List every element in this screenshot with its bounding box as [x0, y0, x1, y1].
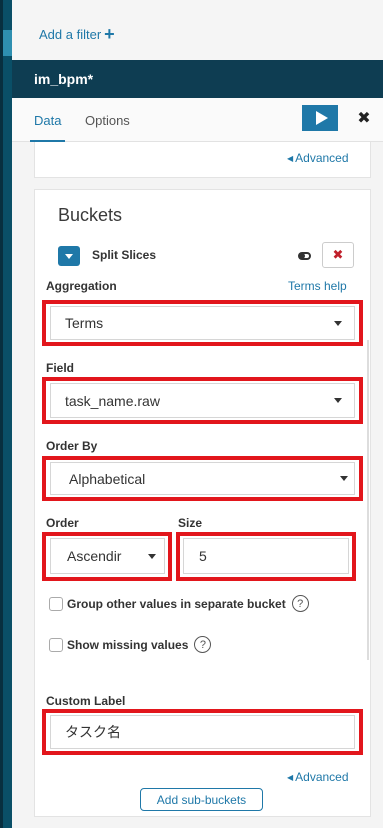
remove-icon: ✖ — [332, 247, 344, 262]
group-other-label: Group other values in separate bucket — [67, 596, 286, 611]
terms-help-link[interactable]: Terms help — [288, 279, 347, 293]
close-icon: ✖ — [357, 110, 371, 127]
index-pattern-bar: im_bpm* — [12, 60, 383, 98]
apply-changes-button[interactable] — [302, 105, 338, 131]
scrollbar[interactable] — [367, 340, 369, 660]
chevron-down-icon — [334, 320, 342, 326]
left-nav-rail — [0, 0, 12, 828]
size-value: 5 — [199, 548, 207, 564]
chevron-down-icon — [148, 553, 156, 559]
editor-panel: Add a filter + im_bpm* Data Options ✖ ◀ A… — [12, 0, 383, 828]
buckets-heading: Buckets — [58, 205, 123, 225]
plus-icon: + — [104, 24, 115, 44]
add-filter-label: Add a filter — [39, 27, 102, 42]
caret-left-icon: ◀ — [287, 773, 294, 782]
order-value: Ascendir — [67, 548, 122, 564]
chevron-down-icon — [65, 253, 73, 259]
order-by-select[interactable]: Alphabetical — [50, 462, 355, 495]
chevron-down-icon — [334, 398, 342, 403]
order-label: Order — [46, 516, 79, 530]
add-filter-link[interactable]: Add a filter + — [39, 24, 115, 44]
buckets-card: Buckets Split Slices ✖ Aggregation Terms… — [34, 189, 371, 817]
show-missing-checkbox[interactable] — [49, 637, 63, 652]
aggregation-select[interactable]: Terms — [50, 306, 355, 340]
left-nav-active-marker — [3, 30, 12, 56]
enable-aggregation-toggle[interactable] — [292, 245, 316, 267]
order-by-value: Alphabetical — [69, 470, 146, 487]
order-select[interactable]: Ascendir — [50, 538, 165, 574]
field-select[interactable]: task_name.raw — [50, 383, 355, 418]
aggregation-value: Terms — [65, 315, 104, 331]
advanced-toggle-label: Advanced — [295, 151, 349, 165]
custom-label-label: Custom Label — [46, 694, 126, 708]
show-missing-row: Show missing values ? — [49, 636, 212, 653]
split-slices-label: Split Slices — [92, 248, 157, 262]
custom-label-input[interactable]: タスク名 — [50, 715, 355, 749]
caret-left-icon: ◀ — [287, 154, 294, 163]
group-other-row: Group other values in separate bucket ? — [49, 595, 309, 612]
order-by-label: Order By — [46, 439, 98, 453]
custom-label-value: タスク名 — [65, 724, 121, 740]
size-input[interactable]: 5 — [183, 538, 349, 574]
field-value: task_name.raw — [65, 392, 160, 409]
play-icon — [315, 111, 328, 125]
remove-aggregation-button[interactable]: ✖ — [322, 242, 354, 268]
add-sub-buckets-button[interactable]: Add sub-buckets — [140, 788, 263, 811]
discard-changes-button[interactable]: ✖ — [354, 108, 374, 128]
help-circle-icon[interactable]: ? — [291, 595, 309, 612]
help-circle-icon[interactable]: ? — [194, 636, 212, 653]
metrics-card: ◀ Advanced — [34, 142, 371, 178]
aggregation-label: Aggregation — [46, 279, 117, 293]
group-other-checkbox[interactable] — [49, 596, 63, 611]
chevron-down-icon — [340, 476, 348, 481]
field-label: Field — [46, 361, 75, 375]
left-nav-edge — [0, 0, 3, 828]
advanced-toggle-top[interactable]: ◀ Advanced — [287, 151, 349, 165]
advanced-toggle-bottom[interactable]: ◀ Advanced — [287, 770, 349, 784]
tab-data[interactable]: Data — [29, 113, 67, 142]
show-missing-label: Show missing values — [67, 637, 189, 652]
collapse-toggle-button[interactable] — [58, 246, 80, 266]
index-pattern-title: im_bpm* — [34, 71, 94, 87]
advanced-toggle-label: Advanced — [295, 770, 349, 784]
tab-options[interactable]: Options — [85, 113, 130, 128]
filter-bar: Add a filter + — [12, 0, 383, 60]
toggle-icon — [297, 252, 311, 260]
size-label: Size — [178, 516, 203, 530]
